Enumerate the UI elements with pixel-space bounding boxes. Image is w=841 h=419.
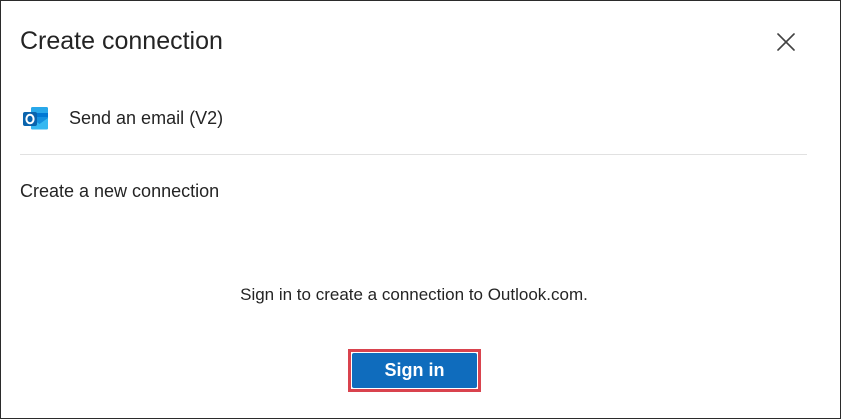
signin-description: Sign in to create a connection to Outloo… — [240, 285, 588, 304]
section-title: Create a new connection — [20, 181, 220, 201]
sign-in-button[interactable]: Sign in — [352, 353, 477, 388]
close-button[interactable] — [771, 27, 801, 57]
outlook-icon — [23, 107, 48, 130]
divider — [20, 154, 807, 155]
create-connection-dialog: Create connection Send an email (V2) Cre… — [0, 0, 841, 419]
dialog-title: Create connection — [20, 27, 223, 55]
action-label: Send an email (V2) — [69, 107, 224, 128]
close-icon — [777, 33, 795, 51]
action-row: Send an email (V2) — [22, 104, 223, 132]
